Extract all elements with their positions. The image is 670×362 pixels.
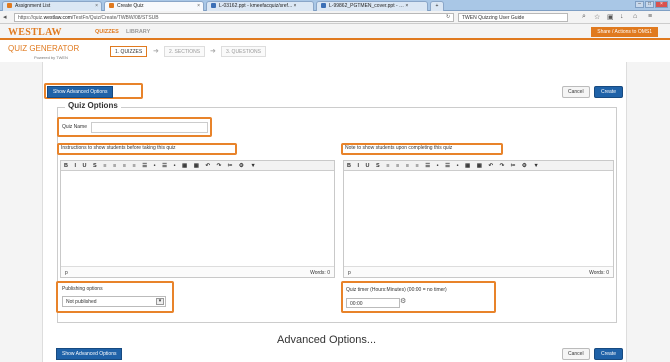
quiz-generator-bar: QUIZ GENERATOR Powered by TWEN 1. QUIZZE… [0,42,670,62]
instructions-label: Instructions to show students before tak… [61,145,176,151]
menu-icon[interactable]: ≡ [648,13,652,20]
editor-path-tag: p [348,270,351,276]
quiz-options-legend: Quiz Options [65,101,121,110]
westlaw-header: WESTLAW QUIZZES LIBRARY Share / Actions … [0,24,670,40]
show-advanced-options-button[interactable]: Show Advanced Options [47,86,114,98]
tab-favicon-icon [321,3,326,8]
highlight-box [341,281,496,313]
tab-assignment-list[interactable]: Assignment List × [2,1,102,11]
gear-icon[interactable]: ⚙ [400,297,406,305]
tab-create-quiz[interactable]: Create Quiz × [104,1,204,11]
editor-footer: p Words: 0 [344,266,613,277]
step-arrow-icon: ➜ [210,48,216,55]
tab-favicon-icon [109,3,114,8]
quiz-timer-input[interactable]: 00:00 [346,298,400,308]
editor-footer: p Words: 0 [61,266,334,277]
download-icon[interactable]: ↓ [620,13,624,20]
editor-toolbar[interactable]: B I U S ≡ ≡ ≡ ≡ ☰ • ☰ • ▦ ▦ ↶ ↷ ✂ ⚙ ▼ [344,161,613,171]
create-button[interactable]: Create [594,86,624,98]
quiz-name-input[interactable] [91,122,208,133]
home-icon[interactable]: ⌂ [633,13,637,20]
note-editor[interactable]: B I U S ≡ ≡ ≡ ≡ ☰ • ☰ • ▦ ▦ ↶ ↷ ✂ ⚙ ▼ p … [343,160,614,278]
step-arrow-icon: ➜ [153,48,159,55]
address-bar: ◂ https://quiz.westlaw.com/TestFn/Quiz/C… [0,11,670,24]
editor-path-tag: p [65,270,68,276]
close-window-icon[interactable]: × [655,1,668,8]
publishing-options-select[interactable]: Not published ▾ [62,296,166,307]
minimize-icon[interactable]: – [635,1,644,8]
window-controls: – □ × [634,1,668,9]
share-actions-button[interactable]: Share / Actions to OMS1 [591,27,658,37]
right-margin [627,62,670,362]
cancel-button[interactable]: Cancel [562,86,590,98]
tab-close-icon[interactable]: × [197,3,200,9]
instructions-editor[interactable]: B I U S ≡ ≡ ≡ ≡ ☰ • ☰ • ▦ ▦ ↶ ↷ ✂ ⚙ ▼ p … [60,160,335,278]
step-questions[interactable]: 3. QUESTIONS [221,46,267,57]
tab-ppt-1[interactable]: L-03162.ppt - kmeefacquiz/sref... × [206,1,314,11]
search-icon[interactable]: ⌕ [582,13,586,21]
left-margin [0,62,42,362]
note-label: Note to show students upon completing th… [345,145,453,151]
tab-close-icon[interactable]: × [95,3,98,9]
clipboard-icon[interactable]: ▣ [607,13,614,21]
back-icon[interactable]: ◂ [3,13,7,21]
word-count: Words: 0 [589,270,609,276]
advanced-options-title: Advanced Options... [277,334,377,346]
cancel-button-bottom[interactable]: Cancel [562,348,590,360]
westlaw-logo: WESTLAW [8,27,62,38]
url-field[interactable]: https://quiz.westlaw.com/TestFn/Quiz/Cre… [14,13,454,22]
browser-tab-bar: Assignment List × Create Quiz × L-03162.pp… [0,0,670,11]
quiz-generator-title: QUIZ GENERATOR [8,44,80,53]
powered-by-label: Powered by TWEN [34,55,68,60]
step-sections[interactable]: 2. SECTIONS [164,46,206,57]
tab-favicon-icon [7,3,12,8]
tab-ppt-2[interactable]: L-99862_PGTMEN_cover.ppt - … × [316,1,428,11]
nav-quizzes[interactable]: QUIZZES [95,29,119,35]
quiz-timer-label: Quiz timer (Hours:Minutes) (00:00 = no t… [346,287,447,293]
step-quizzes[interactable]: 1. QUIZZES [110,46,148,57]
search-field[interactable]: TWEN Quizzing User Guide [458,13,568,22]
nav-library[interactable]: LIBRARY [126,29,150,35]
create-button-bottom[interactable]: Create [594,348,624,360]
maximize-icon[interactable]: □ [645,1,654,8]
editor-toolbar[interactable]: B I U S ≡ ≡ ≡ ≡ ☰ • ☰ • ▦ ▦ ↶ ↷ ✂ ⚙ ▼ [61,161,334,171]
tab-favicon-icon [211,3,216,8]
quiz-name-label: Quiz Name [62,124,88,130]
refresh-icon[interactable]: ↻ [446,14,450,20]
publishing-options-label: Publishing options [62,286,103,292]
word-count: Words: 0 [310,270,330,276]
chevron-down-icon: ▾ [156,298,164,305]
show-advanced-options-button-bottom[interactable]: Show Advanced Options [56,348,123,360]
bookmark-star-icon[interactable]: ☆ [594,13,600,21]
new-tab-button[interactable]: + [430,1,444,11]
